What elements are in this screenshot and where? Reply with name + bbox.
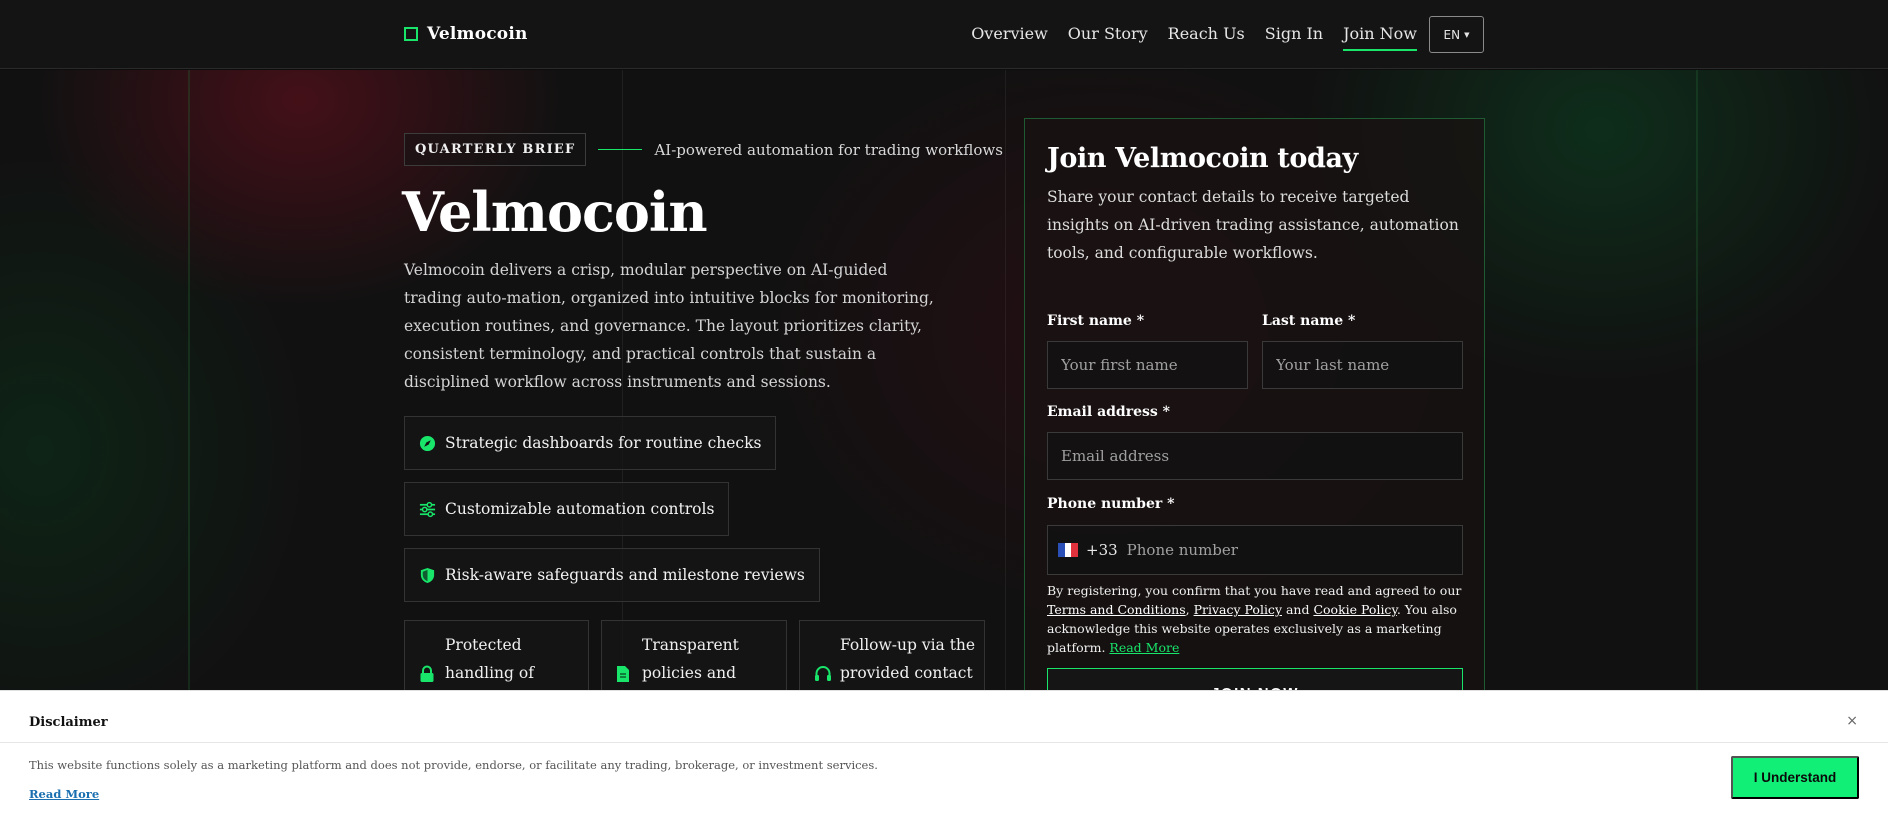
info-card: Follow-up via the provided contact <box>799 620 985 700</box>
top-navbar: Velmocoin Overview Our Story Reach Us Si… <box>0 0 1888 69</box>
email-field[interactable] <box>1047 432 1463 480</box>
hero-kicker: QUARTERLY BRIEF AI-powered automation fo… <box>404 133 1003 166</box>
cookie-link[interactable]: Cookie Policy <box>1313 602 1396 617</box>
consent-prefix: By registering, you confirm that you hav… <box>1047 583 1462 598</box>
info-card: Protected handling of <box>404 620 589 700</box>
disclaimer-banner: Disclaimer × This website functions sole… <box>0 690 1888 818</box>
disclaimer-header: Disclaimer × <box>0 691 1888 743</box>
kicker-badge: QUARTERLY BRIEF <box>404 133 587 166</box>
shield-icon <box>420 567 435 583</box>
nav-join-now[interactable]: Join Now <box>1343 18 1417 51</box>
sliders-icon <box>419 501 436 517</box>
main-nav: Overview Our Story Reach Us Sign In Join… <box>951 16 1484 53</box>
feature-pill: Customizable automation controls <box>404 482 730 536</box>
dial-code[interactable]: +33 <box>1086 541 1118 559</box>
disclaimer-read-more-link[interactable]: Read More <box>29 787 99 801</box>
brand-logo[interactable]: Velmocoin <box>404 24 528 44</box>
close-icon[interactable]: × <box>1846 713 1858 729</box>
decorative-line <box>1696 70 1698 690</box>
nav-reach-us[interactable]: Reach Us <box>1168 18 1245 51</box>
consent-comma: , <box>1185 602 1194 617</box>
brand-name: Velmocoin <box>427 24 528 44</box>
form-title: Join Velmocoin today <box>1047 143 1358 174</box>
feature-label: Customizable automation controls <box>445 500 715 518</box>
privacy-link[interactable]: Privacy Policy <box>1194 602 1282 617</box>
first-name-label: First name * <box>1047 313 1145 329</box>
disclaimer-text: This website functions solely as a marke… <box>29 758 878 772</box>
feature-label: Strategic dashboards for routine checks <box>445 434 762 452</box>
last-name-field[interactable] <box>1262 341 1463 389</box>
feature-pill: Strategic dashboards for routine checks <box>404 416 777 470</box>
card-label: Follow-up via the provided contact <box>840 636 976 682</box>
disclaimer-title: Disclaimer <box>29 715 108 730</box>
kicker-rule <box>598 149 643 150</box>
decorative-line <box>188 70 190 690</box>
read-more-link[interactable]: Read More <box>1109 640 1179 655</box>
france-flag-icon[interactable] <box>1058 543 1079 557</box>
caret-down-icon: ▼ <box>1464 30 1470 39</box>
document-icon <box>617 666 629 682</box>
phone-field-group: +33 <box>1047 525 1463 575</box>
first-name-field[interactable] <box>1047 341 1248 389</box>
card-label: Protected handling of <box>445 636 534 682</box>
consent-and: and <box>1282 602 1314 617</box>
language-selector[interactable]: EN ▼ <box>1429 16 1484 53</box>
form-subtitle: Share your contact details to receive ta… <box>1047 188 1459 262</box>
headset-icon <box>815 666 831 681</box>
info-card: Transparent policies and <box>601 620 787 700</box>
terms-link[interactable]: Terms and Conditions <box>1047 602 1186 617</box>
kicker-text: AI-powered automation for trading workfl… <box>654 140 1003 159</box>
phone-label: Phone number * <box>1047 496 1175 512</box>
hero-title: Velmocoin <box>402 180 708 244</box>
language-code: EN <box>1443 27 1461 42</box>
feature-label: Risk-aware safeguards and milestone revi… <box>445 566 805 584</box>
nav-sign-in[interactable]: Sign In <box>1265 18 1323 51</box>
lock-icon <box>420 665 434 682</box>
signup-form: Join Velmocoin today Share your contact … <box>1024 118 1485 718</box>
email-label: Email address * <box>1047 404 1170 420</box>
logo-square-icon <box>404 27 418 41</box>
hero-description: Velmocoin delivers a crisp, modular pers… <box>404 261 934 391</box>
phone-field[interactable] <box>1126 527 1462 573</box>
compass-icon <box>419 435 436 451</box>
last-name-label: Last name * <box>1262 313 1356 329</box>
nav-our-story[interactable]: Our Story <box>1068 18 1148 51</box>
decorative-line <box>1005 70 1006 690</box>
i-understand-button[interactable]: I Understand <box>1731 756 1859 799</box>
consent-text: By registering, you confirm that you hav… <box>1047 581 1467 657</box>
card-label: Transparent policies and <box>642 636 739 682</box>
feature-pill: Risk-aware safeguards and milestone revi… <box>404 548 820 602</box>
nav-overview[interactable]: Overview <box>971 18 1048 51</box>
